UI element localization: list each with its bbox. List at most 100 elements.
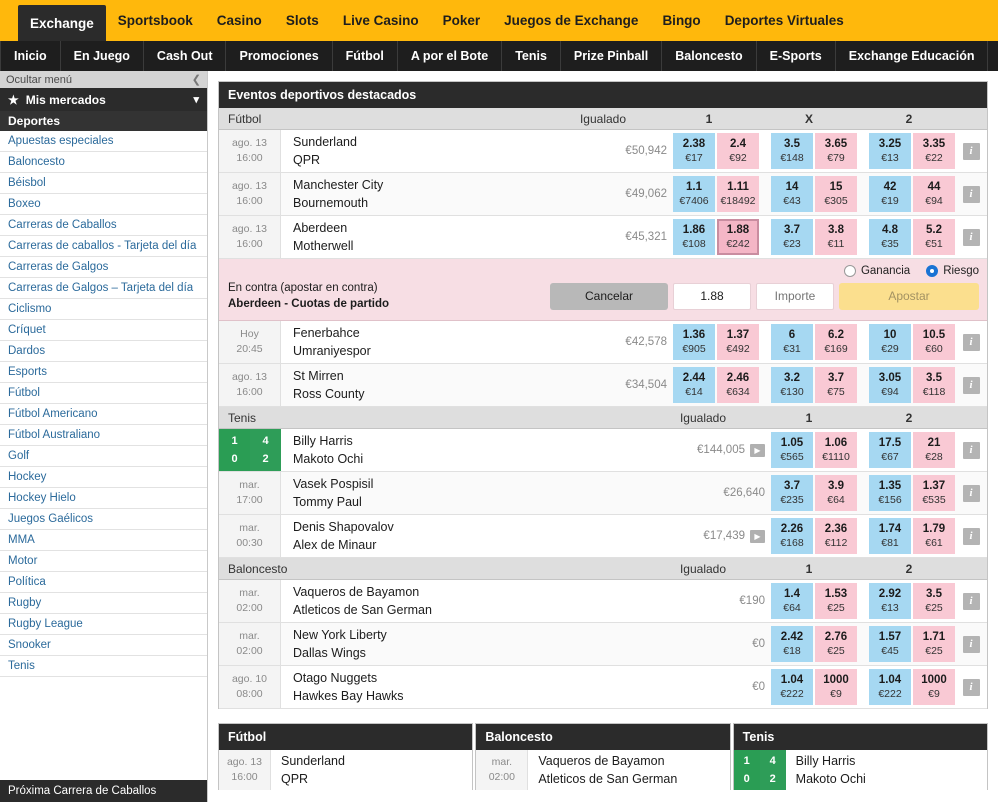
- sidebar-item-hockey-hielo[interactable]: Hockey Hielo: [0, 488, 207, 509]
- event-name[interactable]: Manchester CityBournemouth: [281, 173, 553, 215]
- lay-odds-cell[interactable]: 44€94: [913, 176, 955, 212]
- nav-tab-fútbol[interactable]: Fútbol: [333, 41, 398, 71]
- sidebar-item-snooker[interactable]: Snooker: [0, 635, 207, 656]
- back-odds-cell[interactable]: 14€43: [771, 176, 813, 212]
- back-odds-cell[interactable]: 2.26€168: [771, 518, 813, 554]
- nav-tab-tenis[interactable]: Tenis: [502, 41, 561, 71]
- radio-dot-icon[interactable]: [844, 265, 856, 277]
- sidebar-item-pol-tica[interactable]: Política: [0, 572, 207, 593]
- event-name[interactable]: Vasek PospisilTommy Paul: [281, 472, 651, 514]
- brand-tab-slots[interactable]: Slots: [274, 0, 331, 41]
- lay-odds-cell[interactable]: 3.35€22: [913, 133, 955, 169]
- event-row[interactable]: mar.00:30Denis ShapovalovAlex de Minaur€…: [219, 515, 987, 558]
- nav-tab-e-sports[interactable]: E-Sports: [757, 41, 836, 71]
- lay-odds-cell[interactable]: 2.76€25: [815, 626, 857, 662]
- event-name[interactable]: Vaqueros de BayamonAtleticos de San Germ…: [281, 580, 651, 622]
- lay-odds-cell[interactable]: 2.36€112: [815, 518, 857, 554]
- event-name[interactable]: AberdeenMotherwell: [281, 216, 553, 258]
- lay-odds-cell[interactable]: 3.9€64: [815, 475, 857, 511]
- my-markets-header[interactable]: ★ Mis mercados ▾: [0, 88, 207, 111]
- brand-tab-exchange[interactable]: Exchange: [18, 5, 106, 41]
- info-icon[interactable]: i: [963, 143, 980, 160]
- sidebar-item-rugby[interactable]: Rugby: [0, 593, 207, 614]
- info-icon[interactable]: i: [963, 528, 980, 545]
- sidebar-item-dardos[interactable]: Dardos: [0, 341, 207, 362]
- event-name[interactable]: Vaqueros de BayamonAtleticos de San Germ…: [528, 750, 729, 790]
- sidebar-item-ciclismo[interactable]: Ciclismo: [0, 299, 207, 320]
- info-icon[interactable]: i: [963, 485, 980, 502]
- back-odds-cell[interactable]: 2.92€13: [869, 583, 911, 619]
- nav-tab-exchange-educación[interactable]: Exchange Educación: [836, 41, 989, 71]
- lay-odds-cell[interactable]: 3.7€75: [815, 367, 857, 403]
- bottom-column-row[interactable]: mar.02:00Vaqueros de BayamonAtleticos de…: [476, 750, 729, 790]
- sidebar-item-esports[interactable]: Esports: [0, 362, 207, 383]
- back-odds-cell[interactable]: 1.57€45: [869, 626, 911, 662]
- event-row[interactable]: ago. 1316:00AberdeenMotherwell€45,3211.8…: [219, 216, 987, 259]
- back-odds-cell[interactable]: 1.04€222: [869, 669, 911, 705]
- sidebar-item-carreras-de-caballos[interactable]: Carreras de Caballos: [0, 215, 207, 236]
- lay-odds-cell[interactable]: 3.5€118: [913, 367, 955, 403]
- hide-menu-toggle[interactable]: Ocultar menú ❮: [0, 71, 207, 88]
- bottom-column-row[interactable]: ago. 1316:00SunderlandQPR: [219, 750, 472, 790]
- nav-tab-baloncesto[interactable]: Baloncesto: [662, 41, 756, 71]
- event-row[interactable]: ago. 1316:00Manchester CityBournemouth€4…: [219, 173, 987, 216]
- event-row[interactable]: 1042Billy HarrisMakoto Ochi€144,005▶1.05…: [219, 429, 987, 472]
- lay-odds-cell[interactable]: 3.65€79: [815, 133, 857, 169]
- nav-tab-cash-out[interactable]: Cash Out: [144, 41, 227, 71]
- sidebar-item-f-tbol[interactable]: Fútbol: [0, 383, 207, 404]
- sidebar-item-motor[interactable]: Motor: [0, 551, 207, 572]
- lay-odds-cell[interactable]: 1.79€61: [913, 518, 955, 554]
- back-odds-cell[interactable]: 1.4€64: [771, 583, 813, 619]
- event-name[interactable]: New York LibertyDallas Wings: [281, 623, 651, 665]
- event-name[interactable]: Billy HarrisMakoto Ochi: [786, 750, 987, 790]
- back-odds-cell[interactable]: 1.74€81: [869, 518, 911, 554]
- back-odds-cell[interactable]: 10€29: [869, 324, 911, 360]
- stake-amount-input[interactable]: [756, 283, 834, 310]
- bottom-column-row[interactable]: 1042Billy HarrisMakoto Ochi: [734, 750, 987, 790]
- sidebar-item-f-tbol-americano[interactable]: Fútbol Americano: [0, 404, 207, 425]
- sidebar-item-golf[interactable]: Golf: [0, 446, 207, 467]
- nav-tab-promociones[interactable]: Promociones: [226, 41, 332, 71]
- sidebar-item-tenis[interactable]: Tenis: [0, 656, 207, 677]
- lay-odds-cell[interactable]: 2.46€634: [717, 367, 759, 403]
- back-odds-cell[interactable]: 17.5€67: [869, 432, 911, 468]
- info-icon[interactable]: i: [963, 442, 980, 459]
- radio-dot-icon[interactable]: [926, 265, 938, 277]
- sidebar-item-carreras-de-galgos-tarjeta-del-d-a[interactable]: Carreras de Galgos – Tarjeta del día: [0, 278, 207, 299]
- lay-odds-cell[interactable]: 5.2€51: [913, 219, 955, 255]
- lay-odds-cell[interactable]: 21€28: [913, 432, 955, 468]
- sidebar-item-apuestas-especiales[interactable]: Apuestas especiales: [0, 131, 207, 152]
- back-odds-cell[interactable]: 3.2€130: [771, 367, 813, 403]
- play-video-icon[interactable]: ▶: [750, 444, 765, 457]
- sidebar-item-mma[interactable]: MMA: [0, 530, 207, 551]
- lay-odds-cell[interactable]: 3.5€25: [913, 583, 955, 619]
- back-odds-cell[interactable]: 6€31: [771, 324, 813, 360]
- sidebar-item-f-tbol-australiano[interactable]: Fútbol Australiano: [0, 425, 207, 446]
- info-icon[interactable]: i: [963, 636, 980, 653]
- brand-tab-deportes-virtuales[interactable]: Deportes Virtuales: [713, 0, 856, 41]
- brand-tab-sportsbook[interactable]: Sportsbook: [106, 0, 205, 41]
- chevron-down-icon[interactable]: ▾: [193, 93, 199, 106]
- sidebar-item-b-isbol[interactable]: Béisbol: [0, 173, 207, 194]
- brand-tab-juegos-de-exchange[interactable]: Juegos de Exchange: [492, 0, 650, 41]
- back-odds-cell[interactable]: 1.86€108: [673, 219, 715, 255]
- play-video-icon[interactable]: ▶: [750, 530, 765, 543]
- event-name[interactable]: Denis ShapovalovAlex de Minaur: [281, 515, 651, 557]
- back-odds-cell[interactable]: 3.7€235: [771, 475, 813, 511]
- lay-odds-cell[interactable]: 1.71€25: [913, 626, 955, 662]
- radio-profit[interactable]: Ganancia: [844, 265, 910, 277]
- back-odds-cell[interactable]: 2.38€17: [673, 133, 715, 169]
- back-odds-cell[interactable]: 1.36€905: [673, 324, 715, 360]
- sidebar-item-rugby-league[interactable]: Rugby League: [0, 614, 207, 635]
- brand-tab-poker[interactable]: Poker: [431, 0, 493, 41]
- info-icon[interactable]: i: [963, 679, 980, 696]
- lay-odds-cell[interactable]: 1.37€492: [717, 324, 759, 360]
- lay-odds-cell[interactable]: 1.37€535: [913, 475, 955, 511]
- nav-tab-en-juego[interactable]: En Juego: [61, 41, 144, 71]
- sidebar-item-boxeo[interactable]: Boxeo: [0, 194, 207, 215]
- event-name[interactable]: Otago NuggetsHawkes Bay Hawks: [281, 666, 651, 708]
- back-odds-cell[interactable]: 4.8€35: [869, 219, 911, 255]
- event-row[interactable]: ago. 1316:00St MirrenRoss County€34,5042…: [219, 364, 987, 407]
- lay-odds-cell[interactable]: 1.53€25: [815, 583, 857, 619]
- lay-odds-cell[interactable]: 1000€9: [815, 669, 857, 705]
